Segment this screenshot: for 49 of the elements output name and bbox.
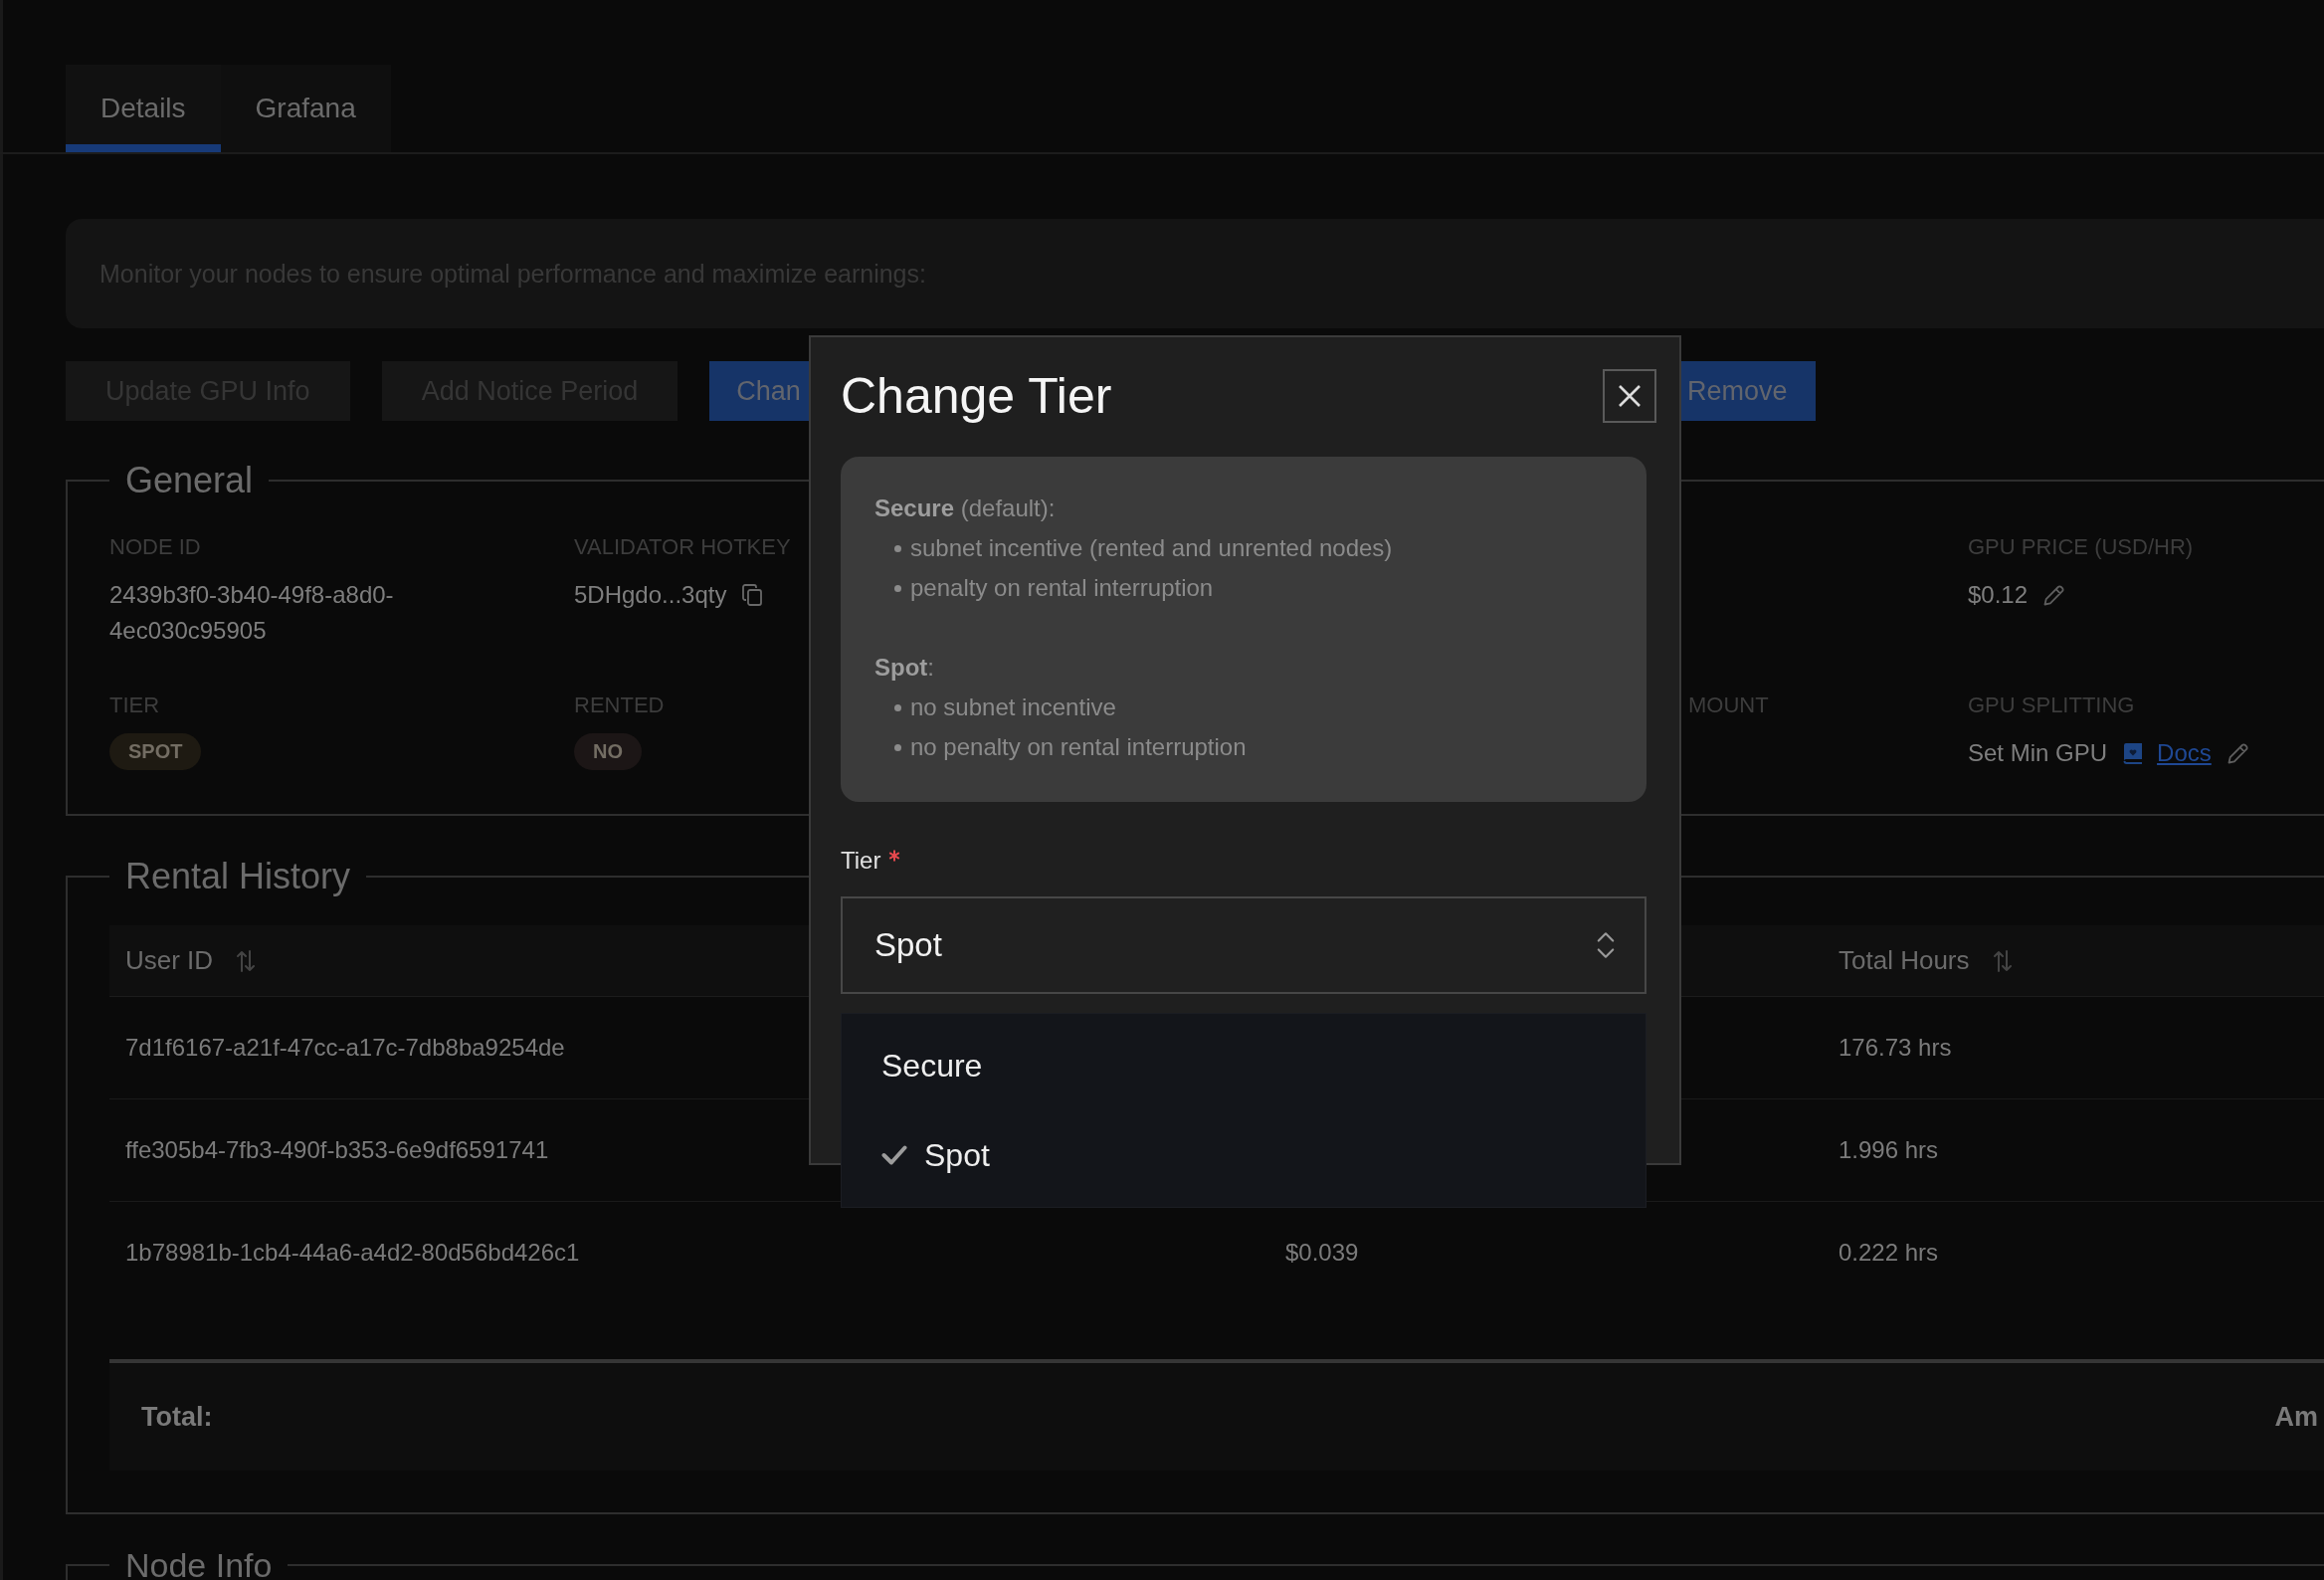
bullet-icon	[894, 703, 901, 711]
status-badge: NO	[574, 733, 642, 770]
table-cell: $0.039	[1285, 1239, 1359, 1267]
tier-description-item: no subnet incentive	[910, 692, 1116, 722]
column-header[interactable]: Total Hours	[1839, 945, 2012, 976]
close-icon	[1619, 385, 1641, 407]
dropdown-option[interactable]: Secure	[842, 1021, 1646, 1110]
bullet-icon	[894, 584, 901, 592]
sort-icon[interactable]	[237, 949, 256, 972]
tab[interactable]: Details	[66, 65, 221, 152]
close-button[interactable]	[1603, 369, 1656, 423]
book-icon	[2123, 742, 2144, 764]
tier-description-item: subnet incentive (rented and unrented nodes)	[910, 533, 1393, 563]
bullet-icon	[894, 743, 901, 751]
bullet-icon	[894, 544, 901, 552]
field-value: $0.12	[1968, 580, 2029, 610]
table-cell: 1b78981b-1cb4-44a6-a4d2-80d56bd426c1	[125, 1239, 580, 1267]
sort-icon[interactable]	[1993, 949, 2012, 972]
table-cell: 7d1f6167-a21f-47cc-a17c-7db8ba9254de	[125, 1034, 565, 1062]
tier-description-item: penalty on rental interruption	[910, 573, 1214, 603]
total-label: Total:	[141, 1401, 213, 1433]
tier-select[interactable]: Spot	[841, 896, 1646, 994]
up-down-chevron-icon	[1597, 930, 1615, 960]
pencil-icon[interactable]	[2043, 584, 2066, 606]
status-badge: SPOT	[109, 733, 202, 770]
action-button[interactable]: Remove	[1681, 361, 1816, 421]
section-title: Node Info	[124, 1548, 274, 1580]
tab[interactable]: Grafana	[220, 65, 391, 152]
copy-icon[interactable]	[742, 584, 763, 606]
field-value: 5DHgdo...3qty	[574, 580, 727, 610]
field-value: 2439b3f0-3b40-49f8-a8d0-4ec030c95905	[109, 580, 395, 646]
section-title: General	[124, 459, 255, 502]
dialog-title: Change Tier	[841, 367, 1112, 425]
table-cell: 176.73 hrs	[1839, 1034, 1952, 1062]
tier-description-heading: Spot:	[874, 653, 934, 683]
docs-link[interactable]: Docs	[2157, 735, 2212, 771]
table-cell: 0.222 hrs	[1839, 1239, 1939, 1267]
dropdown-option[interactable]: Spot	[842, 1110, 1646, 1200]
field-value: Set Min GPU	[1968, 738, 2108, 768]
section-title: Rental History	[124, 855, 352, 898]
tier-description-heading: Secure (default):	[874, 494, 1056, 523]
pencil-icon[interactable]	[2227, 742, 2249, 764]
table-cell: 1.996 hrs	[1839, 1136, 1939, 1164]
action-button[interactable]: Chan	[709, 361, 809, 421]
footer-text: Am	[2274, 1401, 2318, 1433]
table-cell: ffe305b4-7fb3-490f-b353-6e9df6591741	[125, 1136, 549, 1164]
field-label: Tier	[841, 847, 881, 875]
tier-description-item: no penalty on rental interruption	[910, 732, 1247, 762]
column-header[interactable]: User ID	[125, 945, 256, 976]
